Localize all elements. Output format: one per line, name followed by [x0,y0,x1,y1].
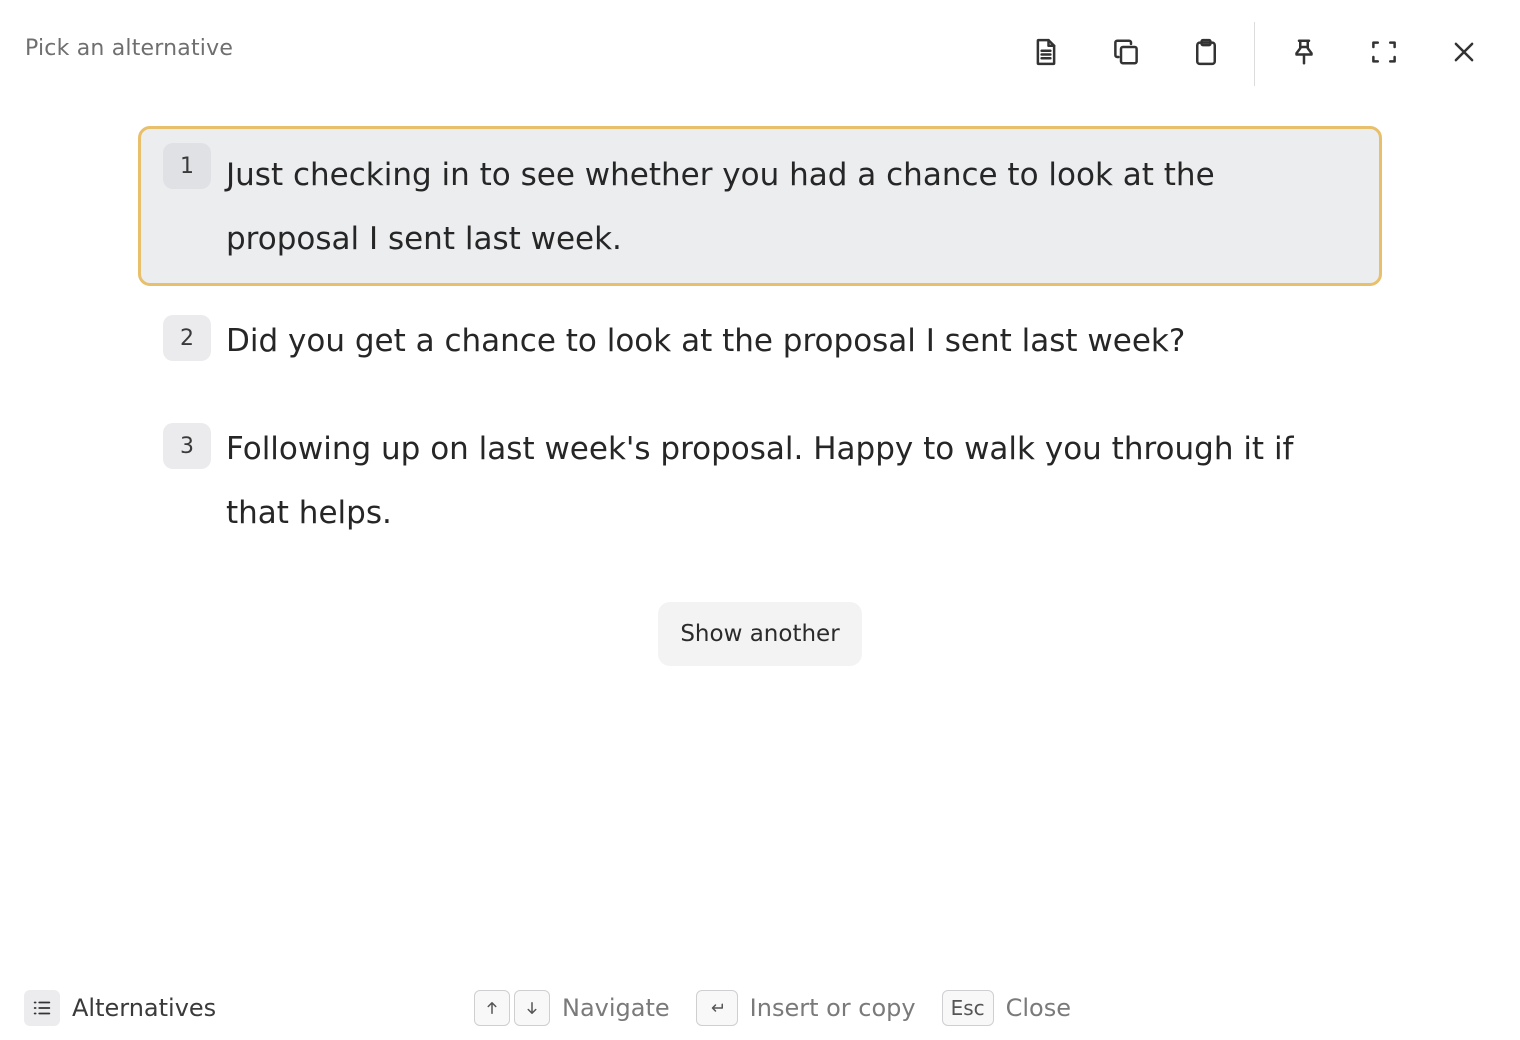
alternative-option-3[interactable]: 3 Following up on last week's proposal. … [138,420,1382,564]
mode-label: Alternatives [72,994,217,1022]
option-text: Following up on last week's proposal. Ha… [226,431,1294,531]
close-icon [1449,37,1479,71]
navigate-hint: Navigate [562,994,670,1022]
option-text: Just checking in to see whether you had … [226,157,1215,257]
clipboard-icon [1191,37,1221,71]
option-number-badge: 2 [163,315,211,361]
arrow-up-icon [487,1002,497,1014]
toolbar [0,22,1520,86]
close-button[interactable] [1440,30,1488,78]
mode-selector[interactable]: Alternatives [24,990,216,1026]
insert-hint: Insert or copy [749,994,916,1022]
document-button[interactable] [1022,30,1070,78]
copy-button[interactable] [1102,30,1150,78]
option-number-badge: 3 [163,423,211,469]
alternative-option-2[interactable]: 2 Did you get a chance to look at the pr… [138,312,1382,396]
esc-key: Esc [941,990,994,1026]
alternatives-panel: Pick an alternative 1 Just checking in t… [0,0,1520,1040]
arrow-down-icon [527,1002,537,1014]
arrow-down-key [514,990,550,1026]
option-number-badge: 1 [163,143,211,189]
show-another-button[interactable]: Show another [658,602,862,666]
list-icon [24,990,60,1026]
alternatives-list: 1 Just checking in to see whether you ha… [138,126,1382,564]
arrow-up-key [474,990,510,1026]
fullscreen-button[interactable] [1360,30,1408,78]
copy-icon [1111,37,1141,71]
pin-icon [1289,37,1319,71]
clipboard-button[interactable] [1182,30,1230,78]
enter-icon [711,1003,723,1012]
pin-button[interactable] [1280,30,1328,78]
close-hint: Close [1005,994,1072,1022]
enter-key [695,990,738,1026]
keyboard-hints: Navigate Insert or copy Esc Close [474,990,1071,1026]
toolbar-divider [1254,22,1255,86]
fullscreen-icon [1369,37,1399,71]
option-text: Did you get a chance to look at the prop… [226,323,1186,359]
document-icon [1031,37,1061,71]
alternative-option-1[interactable]: 1 Just checking in to see whether you ha… [138,126,1382,286]
